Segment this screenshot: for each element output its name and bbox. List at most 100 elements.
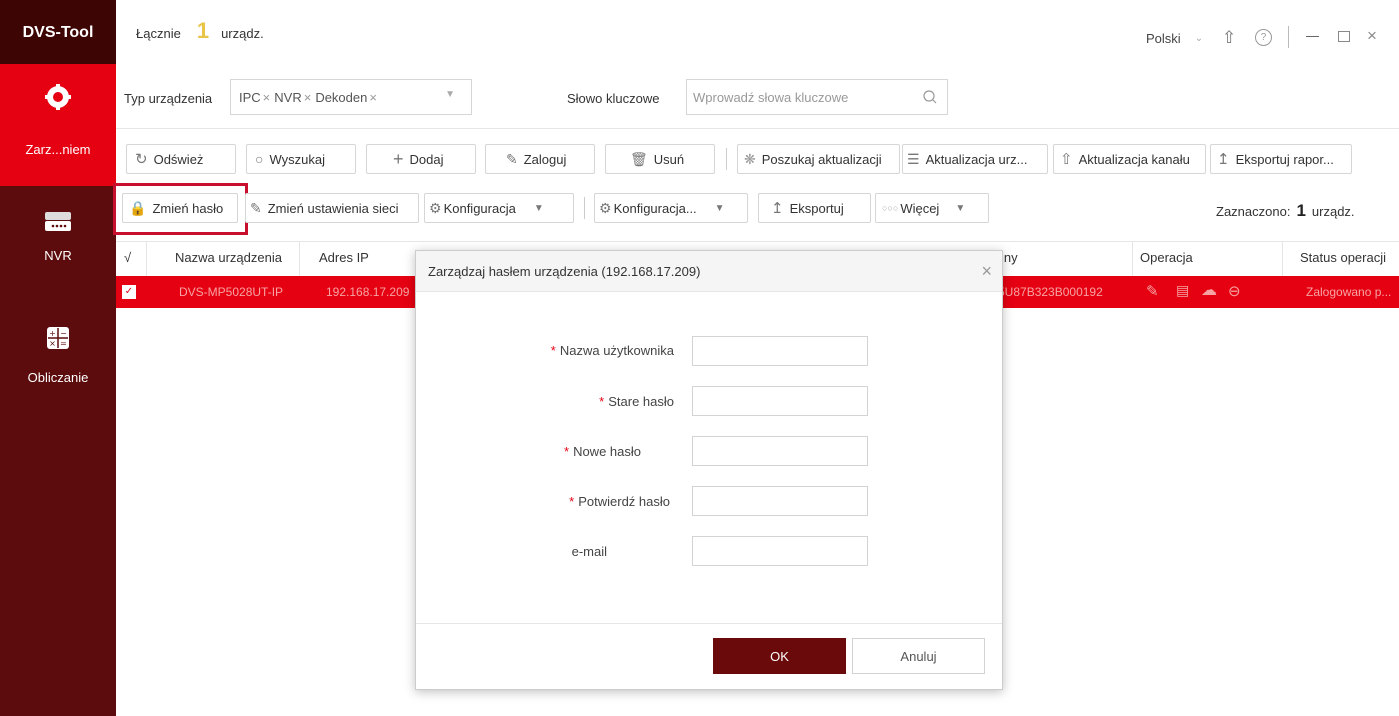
export-icon: ↥ [1217, 151, 1230, 168]
ip-cell: 192.168.17.209 [326, 285, 410, 299]
pencil-icon: ✎ [506, 150, 518, 167]
update-device-button[interactable]: ☰ Aktualizacja urz... [902, 144, 1048, 174]
cloud-icon[interactable]: ☁ [1201, 280, 1217, 300]
total-unit: urządz. [221, 26, 264, 41]
plus-icon: + [393, 148, 404, 169]
device-type-label: Typ urządzenia [124, 91, 213, 106]
confirm-password-input[interactable] [692, 486, 868, 516]
more-dots-icon: ○○○ [882, 203, 899, 213]
tag-ipc[interactable]: IPC × [239, 90, 270, 105]
chevron-down-icon: ▼ [714, 202, 725, 214]
nvr-device-icon [45, 212, 71, 231]
row-checkbox[interactable]: ✓ [122, 285, 136, 299]
export-report-button[interactable]: ↥ Eksportuj rapor... [1210, 144, 1352, 174]
divider [1288, 26, 1289, 48]
divider [299, 242, 300, 276]
email-field[interactable] [692, 536, 868, 566]
export-button[interactable]: ↥ Eksportuj [758, 193, 871, 223]
upload-icon[interactable]: ⇧ [1222, 28, 1236, 48]
update-channel-button[interactable]: ⇧ Aktualizacja kanału [1053, 144, 1206, 174]
cancel-button[interactable]: Anuluj [852, 638, 985, 674]
username-input[interactable] [692, 336, 868, 366]
username-label: * Nazwa użytkownika [550, 343, 674, 358]
pencil-icon: ✎ [250, 199, 262, 216]
sidebar-item-calculation[interactable]: + − × = Obliczanie [0, 326, 116, 406]
tag-nvr[interactable]: NVR × [274, 90, 311, 105]
email-label: e-mail [571, 544, 607, 559]
change-network-button[interactable]: ✎ Zmień ustawienia sieci [245, 193, 419, 223]
new-password-input[interactable] [692, 436, 868, 466]
column-header-serial[interactable]: jny [1001, 250, 1018, 265]
divider [416, 623, 1002, 624]
device-name-cell: DVS-MP5028UT-IP [179, 285, 284, 299]
select-all-checkbox[interactable]: √ [124, 250, 131, 265]
dialog-title: Zarządzaj hasłem urządzenia (192.168.17.… [428, 264, 701, 279]
total-devices: Łącznie 1 urządz. [136, 18, 264, 43]
total-count: 1 [196, 18, 210, 43]
export-icon: ↥ [771, 200, 784, 217]
gear-icon: ⚙ [429, 199, 442, 216]
help-icon[interactable]: ? [1255, 29, 1272, 46]
column-header-status[interactable]: Status operacji [1300, 250, 1386, 265]
svg-text:=: = [60, 339, 67, 348]
svg-text:×: × [49, 339, 56, 348]
divider [726, 148, 727, 170]
svg-text:+: + [49, 329, 56, 338]
confirm-password-label: * Potwierdź hasło [569, 494, 670, 509]
language-label: Polski [1146, 31, 1181, 46]
language-select[interactable]: Polski ⌄ [1146, 31, 1203, 46]
search-button[interactable]: ○ Wyszukaj [246, 144, 356, 174]
refresh-button[interactable]: ↻ Odśwież [126, 144, 236, 174]
more-dropdown-button[interactable]: ○○○ Więcej ▼ [875, 193, 989, 223]
remove-icon[interactable]: × [263, 90, 271, 105]
edit-icon[interactable]: ✎ [1146, 282, 1159, 300]
chevron-down-icon: ⌄ [1194, 33, 1204, 44]
column-header-ip[interactable]: Adres IP [319, 250, 369, 265]
calculator-icon: + − × = [47, 327, 69, 349]
tag-decoder[interactable]: Dekoden × [315, 90, 377, 105]
device-type-select[interactable]: IPC × NVR × Dekoden × ▼ [230, 79, 472, 115]
login-button[interactable]: ✎ Zaloguj [485, 144, 595, 174]
add-button[interactable]: + Dodaj [366, 144, 476, 174]
keyword-label: Słowo kluczowe [567, 91, 660, 106]
check-update-button[interactable]: ❋ Poszukaj aktualizacji [737, 144, 900, 174]
chevron-down-icon: ▼ [533, 202, 544, 214]
old-password-label: * Stare hasło [599, 394, 674, 409]
search-icon[interactable] [923, 90, 937, 104]
remove-icon[interactable]: × [304, 90, 312, 105]
divider [1132, 242, 1133, 276]
config-icon[interactable]: ▤ [1176, 282, 1189, 299]
maximize-icon[interactable] [1338, 31, 1350, 42]
lock-icon: 🔒 [129, 199, 147, 216]
app-title-text: DVS-Tool [22, 24, 94, 41]
divider [146, 242, 147, 276]
divider [1282, 242, 1283, 276]
close-icon[interactable]: × [981, 261, 992, 282]
sidebar-item-management[interactable]: Zarz...niem [0, 64, 116, 186]
dialog-header: Zarządzaj hasłem urządzenia (192.168.17.… [416, 251, 1002, 292]
old-password-input[interactable] [692, 386, 868, 416]
column-header-name[interactable]: Nazwa urządzenia [175, 250, 282, 265]
server-icon: ☰ [907, 150, 920, 167]
svg-text:−: − [60, 329, 67, 338]
chevron-down-icon: ▼ [445, 89, 455, 100]
minus-circle-icon[interactable]: ⊖ [1228, 282, 1241, 300]
config-dropdown-button[interactable]: ⚙ Konfiguracja ▼ [424, 193, 574, 223]
close-icon[interactable]: × [1367, 26, 1377, 46]
remove-icon[interactable]: × [369, 90, 377, 105]
loading-icon: ❋ [744, 150, 756, 167]
config-more-dropdown-button[interactable]: ⚙ Konfiguracja... ▼ [594, 193, 748, 223]
chevron-down-icon: ▼ [955, 202, 966, 214]
keyword-input[interactable]: Wprowadź słowa kluczowe [686, 79, 948, 115]
gear-icon: ⚙ [599, 199, 612, 216]
sidebar-item-label: Zarz...niem [25, 142, 91, 157]
trash-icon: 🗑 [630, 150, 648, 167]
change-password-button[interactable]: 🔒 Zmień hasło [122, 193, 238, 223]
ok-button[interactable]: OK [713, 638, 846, 674]
sidebar-item-nvr[interactable]: NVR [0, 210, 116, 280]
minimize-icon[interactable] [1306, 36, 1319, 37]
status-cell: Zalogowano p... [1306, 285, 1392, 299]
divider [584, 197, 585, 219]
delete-button[interactable]: 🗑 Usuń [605, 144, 715, 174]
search-icon: ○ [255, 151, 264, 167]
